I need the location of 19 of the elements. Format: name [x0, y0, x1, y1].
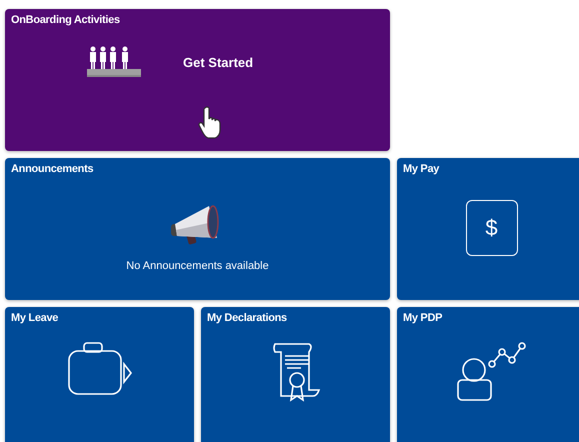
briefcase-icon: [66, 342, 132, 396]
tile[interactable]: OnBoarding Activities Get Started: [5, 9, 390, 151]
certificate-icon: [270, 342, 320, 404]
get-started-link[interactable]: Get Started: [183, 54, 254, 70]
tile[interactable]: Announcements No Announcements available: [5, 158, 390, 300]
person-growth-icon: [456, 342, 528, 402]
team-podium-icon: [85, 45, 143, 79]
tile-title: My Leave: [10, 311, 60, 326]
tile-title: My Pay: [402, 162, 440, 177]
tile-title: My PDP: [402, 311, 444, 326]
tile-title: My Declarations: [206, 311, 288, 326]
dollar-icon: $: [466, 200, 518, 256]
tile[interactable]: My Leave: [5, 307, 194, 442]
tile[interactable]: My Declarations: [201, 307, 390, 442]
empty-message: No Announcements available: [126, 260, 269, 272]
tile[interactable]: My Pay $: [397, 158, 579, 300]
tile-title: Announcements: [10, 162, 94, 177]
tile-title: OnBoarding Activities: [10, 13, 121, 28]
tile[interactable]: My PDP: [397, 307, 579, 442]
